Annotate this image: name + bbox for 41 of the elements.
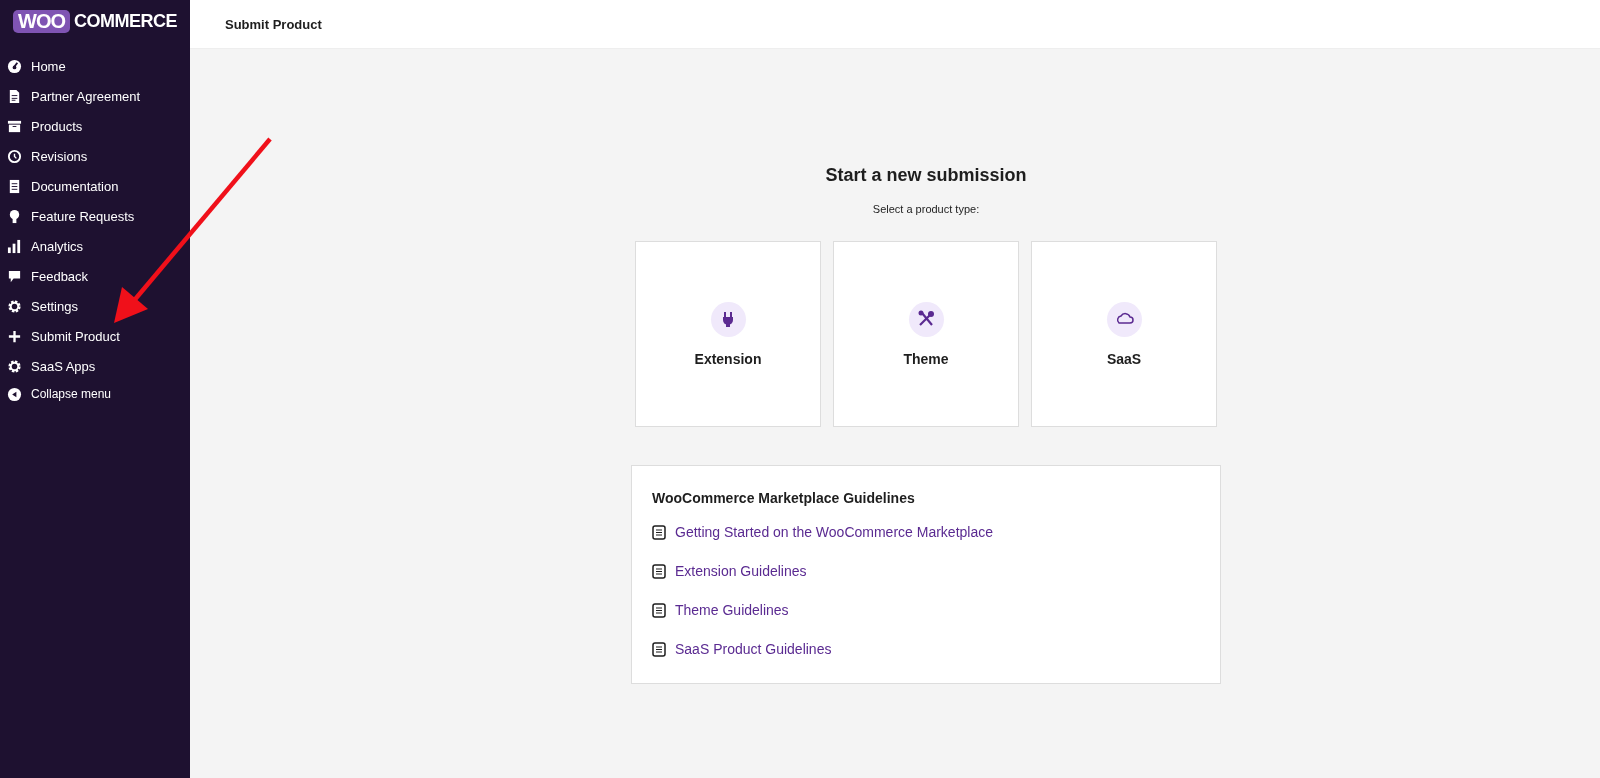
panel-title: WooCommerce Marketplace Guidelines xyxy=(652,490,916,506)
section-title: Start a new submission xyxy=(825,165,1027,186)
history-clock-icon xyxy=(7,148,22,164)
menu-item[interactable]: Analytics xyxy=(0,231,190,261)
guideline-link[interactable]: Extension Guidelines xyxy=(675,563,807,579)
document-icon xyxy=(652,524,666,540)
page-icon xyxy=(7,178,22,194)
menu-item[interactable]: Partner Agreement xyxy=(0,81,190,111)
settings-icon xyxy=(7,358,22,374)
menu-item[interactable]: Feedback xyxy=(0,261,190,291)
guideline-link[interactable]: SaaS Product Guidelines xyxy=(675,641,832,657)
menu-item[interactable]: Revisions xyxy=(0,141,190,171)
menu-item[interactable]: Collapse menu xyxy=(0,381,190,407)
collapse-icon xyxy=(7,386,22,402)
product-type-card[interactable]: SaaS xyxy=(1031,241,1217,427)
product-type-card[interactable]: Extension xyxy=(635,241,821,427)
menu-item[interactable]: SaaS Apps xyxy=(0,351,190,381)
plus-icon xyxy=(7,328,22,344)
guideline-link[interactable]: Getting Started on the WooCommerce Marketplace xyxy=(675,524,993,540)
document-icon xyxy=(652,641,666,657)
lightbulb-icon xyxy=(7,208,22,224)
speech-bubble-icon xyxy=(7,268,22,284)
document-icon xyxy=(652,602,666,618)
document-icon xyxy=(652,563,666,579)
home-gauge-icon xyxy=(7,58,22,74)
page-title: Submit Product xyxy=(225,16,322,32)
guideline-link[interactable]: Theme Guidelines xyxy=(675,602,789,618)
menu-item[interactable]: Documentation xyxy=(0,171,190,201)
menu-item[interactable]: Feature Requests xyxy=(0,201,190,231)
logo-badge: WOO xyxy=(13,10,70,33)
product-type-card[interactable]: Theme xyxy=(833,241,1019,427)
document-icon xyxy=(7,88,22,104)
menu-item[interactable]: Settings xyxy=(0,291,190,321)
menu-item[interactable]: Submit Product xyxy=(0,321,190,351)
logo-text: COMMERCE xyxy=(74,11,177,32)
bar-chart-icon xyxy=(7,238,22,254)
menu-item[interactable]: Products xyxy=(0,111,190,141)
archive-box-icon xyxy=(7,118,22,134)
instruction-text: Select a product type: xyxy=(872,203,980,215)
settings-icon xyxy=(7,298,22,314)
menu-item[interactable]: Home xyxy=(0,51,190,81)
